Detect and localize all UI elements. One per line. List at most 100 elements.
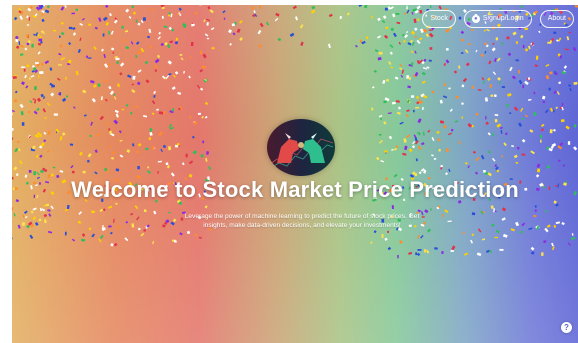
confetti-piece	[476, 252, 482, 257]
confetti-piece	[137, 69, 142, 73]
confetti-piece	[391, 101, 396, 105]
confetti-piece	[60, 31, 65, 36]
confetti-piece	[146, 170, 152, 175]
confetti-piece	[373, 230, 377, 234]
confetti-piece	[498, 80, 502, 84]
confetti-piece	[176, 143, 180, 146]
confetti-piece	[548, 87, 551, 91]
confetti-piece	[543, 240, 547, 244]
confetti-piece	[36, 97, 42, 103]
confetti-piece	[416, 101, 420, 105]
confetti-piece	[22, 214, 25, 219]
confetti-piece	[124, 237, 129, 242]
confetti-piece	[418, 171, 422, 175]
confetti-piece	[45, 203, 50, 207]
confetti-piece	[236, 28, 241, 34]
confetti-piece	[545, 74, 550, 80]
confetti-piece	[66, 204, 70, 210]
confetti-piece	[134, 205, 139, 210]
confetti-piece	[205, 151, 210, 155]
confetti-piece	[111, 157, 115, 160]
confetti-piece	[34, 222, 39, 226]
confetti-piece	[483, 170, 486, 173]
confetti-piece	[401, 69, 405, 74]
confetti-piece	[53, 113, 58, 116]
confetti-piece	[168, 73, 172, 76]
confetti-piece	[171, 28, 175, 32]
confetti-piece	[210, 27, 215, 31]
confetti-piece	[533, 91, 536, 95]
confetti-piece	[12, 137, 14, 141]
confetti-piece	[78, 151, 83, 156]
confetti-piece	[157, 54, 160, 58]
about-button[interactable]: About	[539, 10, 574, 28]
confetti-piece	[494, 236, 498, 239]
confetti-piece	[558, 37, 562, 42]
confetti-piece	[439, 120, 445, 124]
confetti-piece	[168, 211, 171, 214]
confetti-piece	[46, 149, 50, 153]
confetti-piece	[183, 70, 185, 74]
confetti-piece	[170, 13, 173, 18]
confetti-piece	[519, 230, 524, 234]
confetti-piece	[384, 150, 388, 154]
confetti-piece	[448, 168, 451, 172]
confetti-piece	[137, 143, 142, 147]
confetti-piece	[524, 27, 529, 31]
confetti-piece	[311, 5, 316, 10]
confetti-piece	[429, 47, 433, 50]
confetti-piece	[415, 252, 418, 256]
confetti-piece	[64, 231, 67, 236]
confetti-piece	[539, 134, 543, 139]
help-icon[interactable]: ?	[561, 322, 572, 333]
confetti-piece	[503, 142, 507, 147]
confetti-piece	[524, 48, 529, 52]
confetti-piece	[492, 42, 495, 45]
confetti-piece	[545, 63, 550, 67]
confetti-piece	[72, 32, 77, 36]
confetti-piece	[480, 53, 485, 58]
confetti-piece	[553, 31, 557, 35]
confetti-piece	[167, 60, 172, 65]
confetti-piece	[417, 249, 422, 251]
confetti-piece	[203, 19, 206, 23]
confetti-piece	[534, 205, 537, 208]
confetti-piece	[442, 124, 447, 129]
confetti-piece	[406, 109, 410, 113]
confetti-piece	[146, 166, 150, 169]
stock-button[interactable]: Stock	[422, 10, 456, 28]
confetti-piece	[130, 212, 134, 216]
confetti-piece	[17, 140, 20, 143]
confetti-piece	[37, 51, 41, 55]
confetti-piece	[534, 64, 538, 68]
confetti-piece	[327, 43, 331, 49]
confetti-piece	[501, 155, 504, 158]
confetti-piece	[29, 234, 34, 240]
signup-login-button[interactable]: ● Signup/Login	[463, 10, 532, 28]
confetti-piece	[499, 248, 504, 251]
confetti-piece	[160, 148, 163, 153]
confetti-piece	[188, 75, 191, 79]
confetti-piece	[58, 64, 62, 66]
confetti-piece	[414, 35, 417, 39]
confetti-piece	[77, 220, 82, 225]
confetti-piece	[530, 251, 535, 255]
confetti-piece	[443, 62, 446, 66]
confetti-piece	[90, 80, 95, 84]
confetti-piece	[106, 169, 110, 173]
confetti-piece	[390, 66, 394, 69]
confetti-piece	[75, 70, 79, 76]
confetti-piece	[392, 32, 397, 38]
confetti-piece	[33, 110, 38, 115]
confetti-piece	[140, 232, 145, 237]
confetti-piece	[380, 117, 383, 121]
confetti-piece	[460, 52, 464, 54]
confetti-piece	[125, 8, 130, 13]
confetti-piece	[150, 7, 155, 12]
confetti-piece	[522, 44, 525, 49]
confetti-piece	[407, 42, 412, 46]
confetti-piece	[104, 168, 108, 171]
confetti-piece	[484, 97, 489, 102]
confetti-piece	[199, 50, 202, 55]
confetti-piece	[47, 130, 51, 135]
